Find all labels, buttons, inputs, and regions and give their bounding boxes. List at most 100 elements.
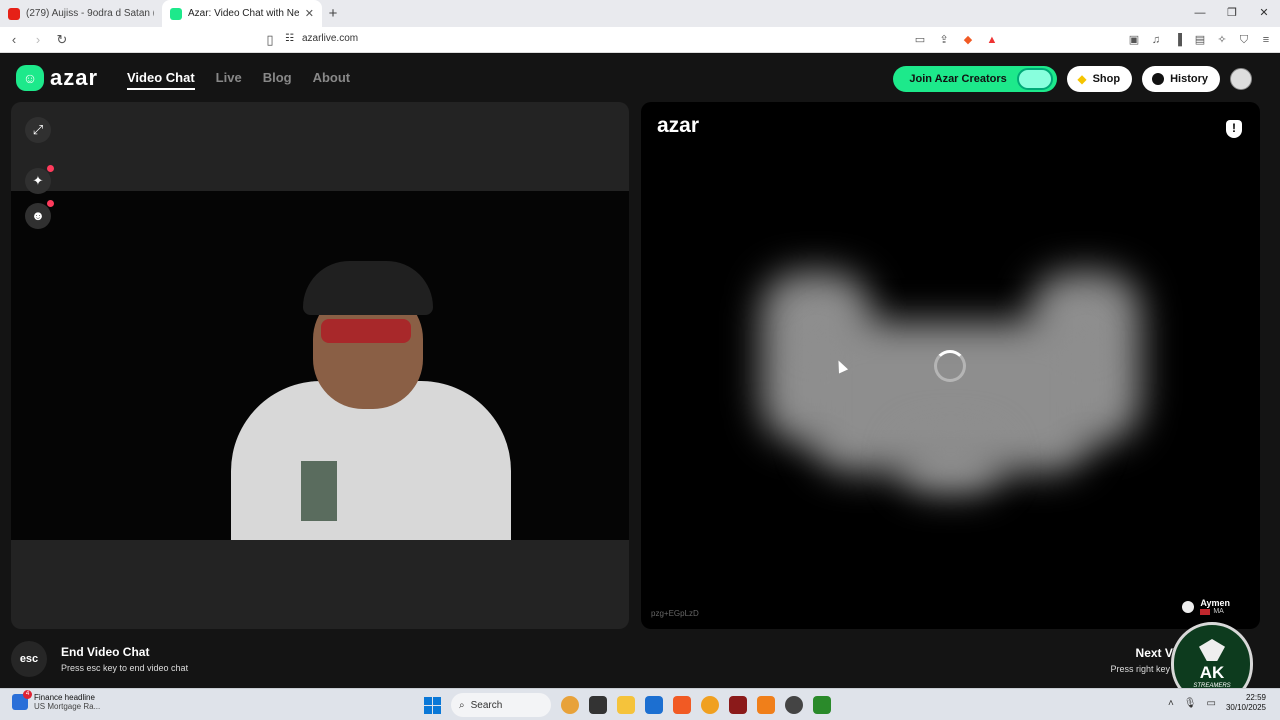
join-label: Join Azar Creators <box>909 73 1007 85</box>
partner-avatar <box>1182 600 1195 613</box>
network-icon[interactable]: ▭ <box>1207 698 1216 709</box>
leo-icon[interactable]: ✧ <box>1214 32 1230 48</box>
nav-blog[interactable]: Blog <box>263 70 292 90</box>
app-icon[interactable] <box>701 696 719 714</box>
news-widget[interactable]: 4 Finance headline US Mortgage Ra... <box>12 690 101 711</box>
main-nav: Video Chat Live Blog About <box>127 70 350 90</box>
badge-main: AK <box>1199 663 1225 682</box>
sparkle-icon[interactable]: ✦ <box>25 165 54 194</box>
window-controls: — ❐ ✕ <box>1184 0 1280 27</box>
azar-logo[interactable]: ☺ azar <box>16 65 98 91</box>
music-icon[interactable]: ♫ <box>1148 32 1164 48</box>
azar-logo-icon: ☺ <box>16 65 44 91</box>
reload-icon[interactable]: ↻ <box>52 32 72 48</box>
maximize-button[interactable]: ❐ <box>1216 0 1248 27</box>
join-creators-button[interactable]: Join Azar Creators <box>893 66 1058 92</box>
vpn-icon[interactable]: ⛉ <box>1236 32 1252 48</box>
creators-badge-icon <box>1017 68 1054 90</box>
news-icon: 4 <box>12 690 32 710</box>
site-header: ☺ azar Video Chat Live Blog About Join A… <box>0 54 1280 102</box>
address-bar: ‹ › ↻ ▯ ☷ azarlive.com ▭ ⇪ ◆ ▲ ▣ ♫ ▐ ▤ ✧… <box>0 27 1280 53</box>
voicemeeter-icon[interactable] <box>729 696 747 714</box>
profile-avatar[interactable] <box>1230 68 1252 90</box>
minimize-button[interactable]: — <box>1184 0 1216 27</box>
clock[interactable]: 22:59 30/10/2025 <box>1226 693 1266 713</box>
sidebar-icon[interactable]: ▐ <box>1170 32 1186 48</box>
end-chat-hint: esc End Video Chat Press esc key to end … <box>11 641 188 677</box>
microphone-icon[interactable]: 🎙 <box>1184 698 1197 709</box>
obs-icon[interactable] <box>785 696 803 714</box>
search-label: Search <box>470 699 503 711</box>
reader-icon[interactable]: ▣ <box>1126 32 1142 48</box>
rewards-icon[interactable]: ▲ <box>984 32 1000 48</box>
new-tab-button[interactable]: + <box>322 5 344 22</box>
my-camera-feed <box>11 191 629 540</box>
nav-video-chat[interactable]: Video Chat <box>127 70 195 90</box>
azar-favicon-icon <box>170 7 182 20</box>
address-actions: ▭ ⇪ ◆ ▲ <box>912 32 1000 48</box>
terminal-icon[interactable] <box>813 696 831 714</box>
taskbar-apps: ⌕ Search <box>424 693 831 717</box>
my-video-panel: ⤢ ✦ ☻ <box>11 102 629 629</box>
clock-time: 22:59 <box>1245 693 1266 702</box>
back-icon[interactable]: ‹ <box>4 32 24 47</box>
widgets-icon[interactable] <box>561 696 579 714</box>
tab-title: (279) Aujiss - 9odra d Satan (AU) TH <box>26 8 154 19</box>
brave-shield-icon[interactable]: ◆ <box>960 32 976 48</box>
browser-tab-bar: (279) Aujiss - 9odra d Satan (AU) TH Aza… <box>0 0 1280 27</box>
partner-name: Aymen <box>1200 598 1230 608</box>
share-icon[interactable]: ⇪ <box>936 32 952 48</box>
loading-spinner-icon <box>934 350 966 382</box>
app-a-icon[interactable] <box>757 696 775 714</box>
clock-date: 30/10/2025 <box>1225 703 1266 712</box>
session-code: pzg+EGpLzD <box>651 609 699 618</box>
nav-live[interactable]: Live <box>216 70 242 90</box>
system-tray: ˄ 🎙 ▭ 22:59 30/10/2025 <box>1168 693 1266 713</box>
history-button[interactable]: History <box>1142 66 1220 92</box>
taskbar-search[interactable]: ⌕ Search <box>451 693 551 717</box>
url-field[interactable]: ☷ azarlive.com <box>285 33 358 44</box>
task-view-icon[interactable] <box>589 696 607 714</box>
brave-browser-icon[interactable] <box>673 696 691 714</box>
close-tab-icon[interactable]: ✕ <box>305 7 314 20</box>
morocco-flag-icon <box>1200 608 1211 615</box>
search-icon: ⌕ <box>459 699 465 711</box>
history-label: History <box>1170 73 1208 85</box>
windows-taskbar: 4 Finance headline US Mortgage Ra... ⌕ S… <box>0 688 1280 720</box>
report-shield-icon[interactable]: ! <box>1226 120 1242 138</box>
shop-button[interactable]: ◆ Shop <box>1067 66 1133 92</box>
youtube-icon <box>8 7 20 20</box>
file-explorer-icon[interactable] <box>617 696 635 714</box>
tray-expand-icon[interactable]: ˄ <box>1168 698 1174 709</box>
news-title: Finance headline <box>34 693 95 702</box>
store-icon[interactable] <box>645 696 663 714</box>
azar-watermark: azar <box>657 114 700 137</box>
partner-info[interactable]: Aymen MA <box>1182 598 1230 615</box>
tab-azar[interactable]: Azar: Video Chat with New Pe ✕ <box>162 0 322 27</box>
tab-youtube[interactable]: (279) Aujiss - 9odra d Satan (AU) TH <box>0 0 162 27</box>
bookmark-icon[interactable]: ▯ <box>260 32 280 48</box>
windows-start-icon[interactable] <box>424 696 441 714</box>
end-chat-subtitle: Press esc key to end video chat <box>61 663 189 673</box>
close-window-button[interactable]: ✕ <box>1248 0 1280 27</box>
site-info-icon[interactable]: ☷ <box>285 33 294 44</box>
partner-country: MA <box>1213 608 1224 615</box>
webcam-person-image <box>221 261 511 540</box>
menu-icon[interactable]: ≡ <box>1258 32 1274 48</box>
tab-title: Azar: Video Chat with New Pe <box>188 8 299 19</box>
header-actions: Join Azar Creators ◆ Shop History <box>893 66 1252 92</box>
logo-text: azar <box>50 65 99 90</box>
esc-key-button[interactable]: esc <box>11 641 47 677</box>
phoenix-icon <box>1199 639 1225 661</box>
expand-icon[interactable]: ⤢ <box>25 117 51 143</box>
end-chat-title: End Video Chat <box>61 645 150 659</box>
partner-video-panel: azar ! pzg+EGpLzD Aymen MA <box>641 102 1260 629</box>
url-text: azarlive.com <box>301 33 359 44</box>
news-subtitle: US Mortgage Ra... <box>34 702 101 711</box>
azar-site: ☺ azar Video Chat Live Blog About Join A… <box>0 54 1280 688</box>
forward-icon[interactable]: › <box>28 32 48 47</box>
nav-about[interactable]: About <box>313 70 351 90</box>
face-icon[interactable]: ☻ <box>25 200 54 229</box>
wallet-icon[interactable]: ▤ <box>1192 32 1208 48</box>
cast-icon[interactable]: ▭ <box>912 32 928 48</box>
